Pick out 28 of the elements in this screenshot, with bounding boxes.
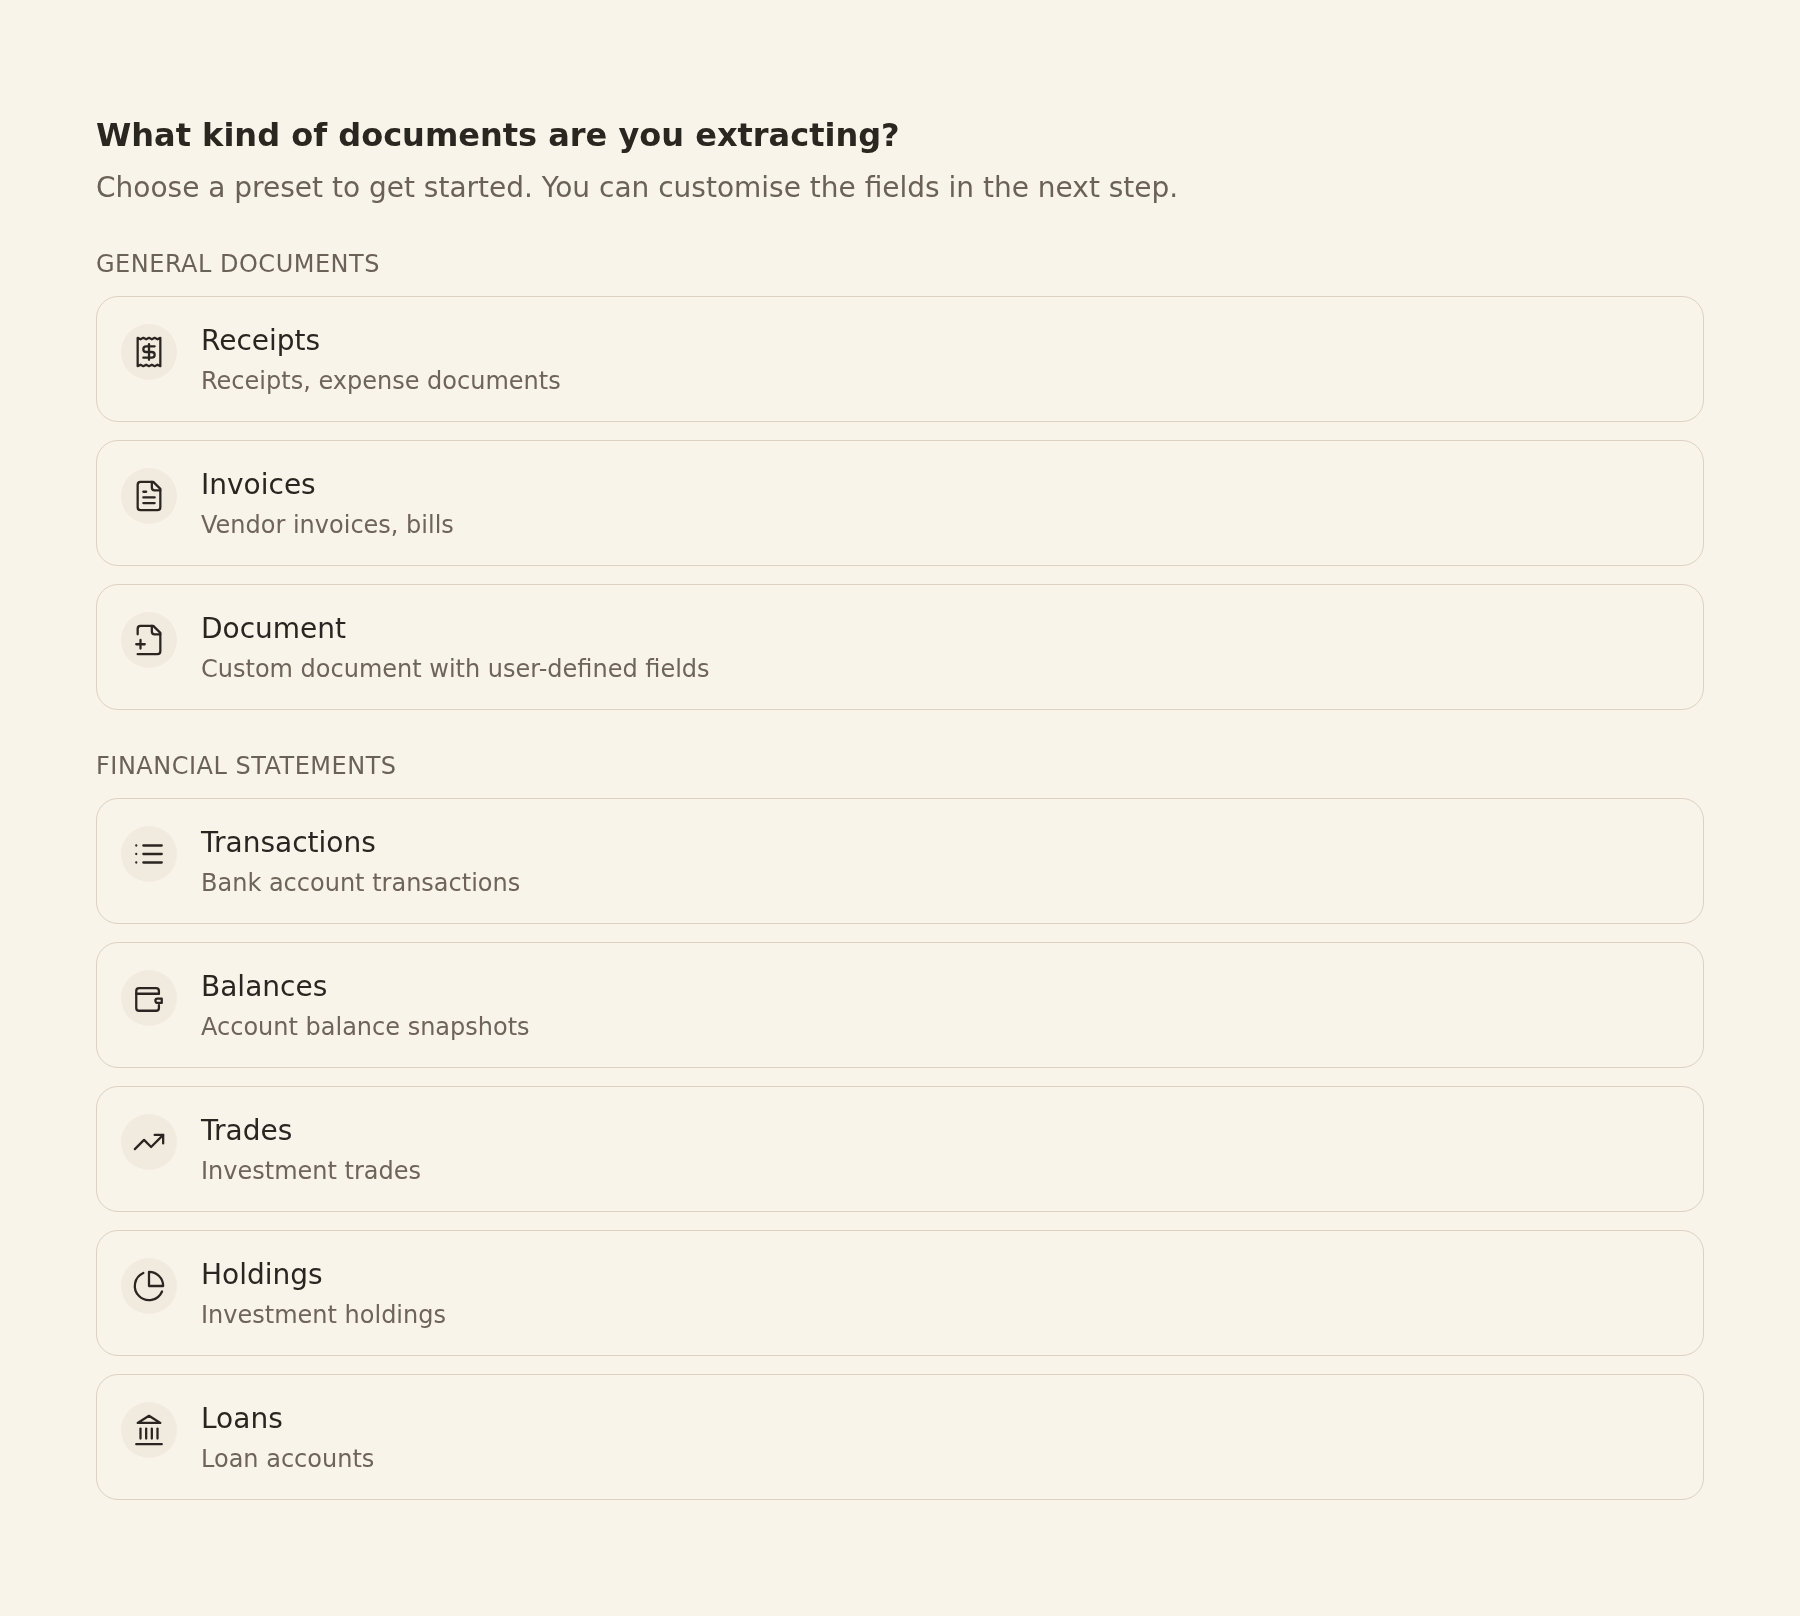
section-heading: GENERAL DOCUMENTS — [96, 249, 381, 280]
preset-description: Investment trades — [201, 1156, 422, 1187]
preset-description: Investment holdings — [201, 1300, 446, 1331]
preset-card[interactable]: Balances Account balance snapshots — [96, 942, 1704, 1068]
preset-description: Loan accounts — [201, 1444, 375, 1475]
preset-title: Transactions — [201, 825, 377, 861]
preset-title: Holdings — [201, 1257, 324, 1293]
preset-title: Balances — [201, 969, 329, 1005]
preset-description: Account balance snapshots — [201, 1012, 530, 1043]
preset-card[interactable]: Document Custom document with user-defined fields — [96, 584, 1704, 710]
preset-title: Document — [201, 611, 348, 647]
preset-card[interactable]: Loans Loan accounts — [96, 1374, 1704, 1500]
preset-description: Bank account transactions — [201, 868, 521, 899]
preset-card[interactable]: Transactions Bank account transactions — [96, 798, 1704, 924]
preset-title: Invoices — [201, 467, 317, 503]
preset-card[interactable]: Receipts Receipts, expense documents — [96, 296, 1704, 422]
preset-title: Trades — [201, 1113, 294, 1149]
page-title: What kind of documents are you extracting? — [96, 115, 901, 155]
preset-description: Vendor invoices, bills — [201, 510, 454, 541]
preset-card[interactable]: Trades Investment trades — [96, 1086, 1704, 1212]
preset-description: Receipts, expense documents — [201, 366, 561, 397]
preset-description: Custom document with user-defined fields — [201, 654, 710, 685]
preset-title: Loans — [201, 1401, 284, 1437]
page-subtitle: Choose a preset to get started. You can customise the fields in the next step. — [96, 170, 1180, 206]
section-heading: FINANCIAL STATEMENTS — [96, 751, 398, 782]
preset-title: Receipts — [201, 323, 322, 359]
preset-card[interactable]: Invoices Vendor invoices, bills — [96, 440, 1704, 566]
preset-card[interactable]: Holdings Investment holdings — [96, 1230, 1704, 1356]
